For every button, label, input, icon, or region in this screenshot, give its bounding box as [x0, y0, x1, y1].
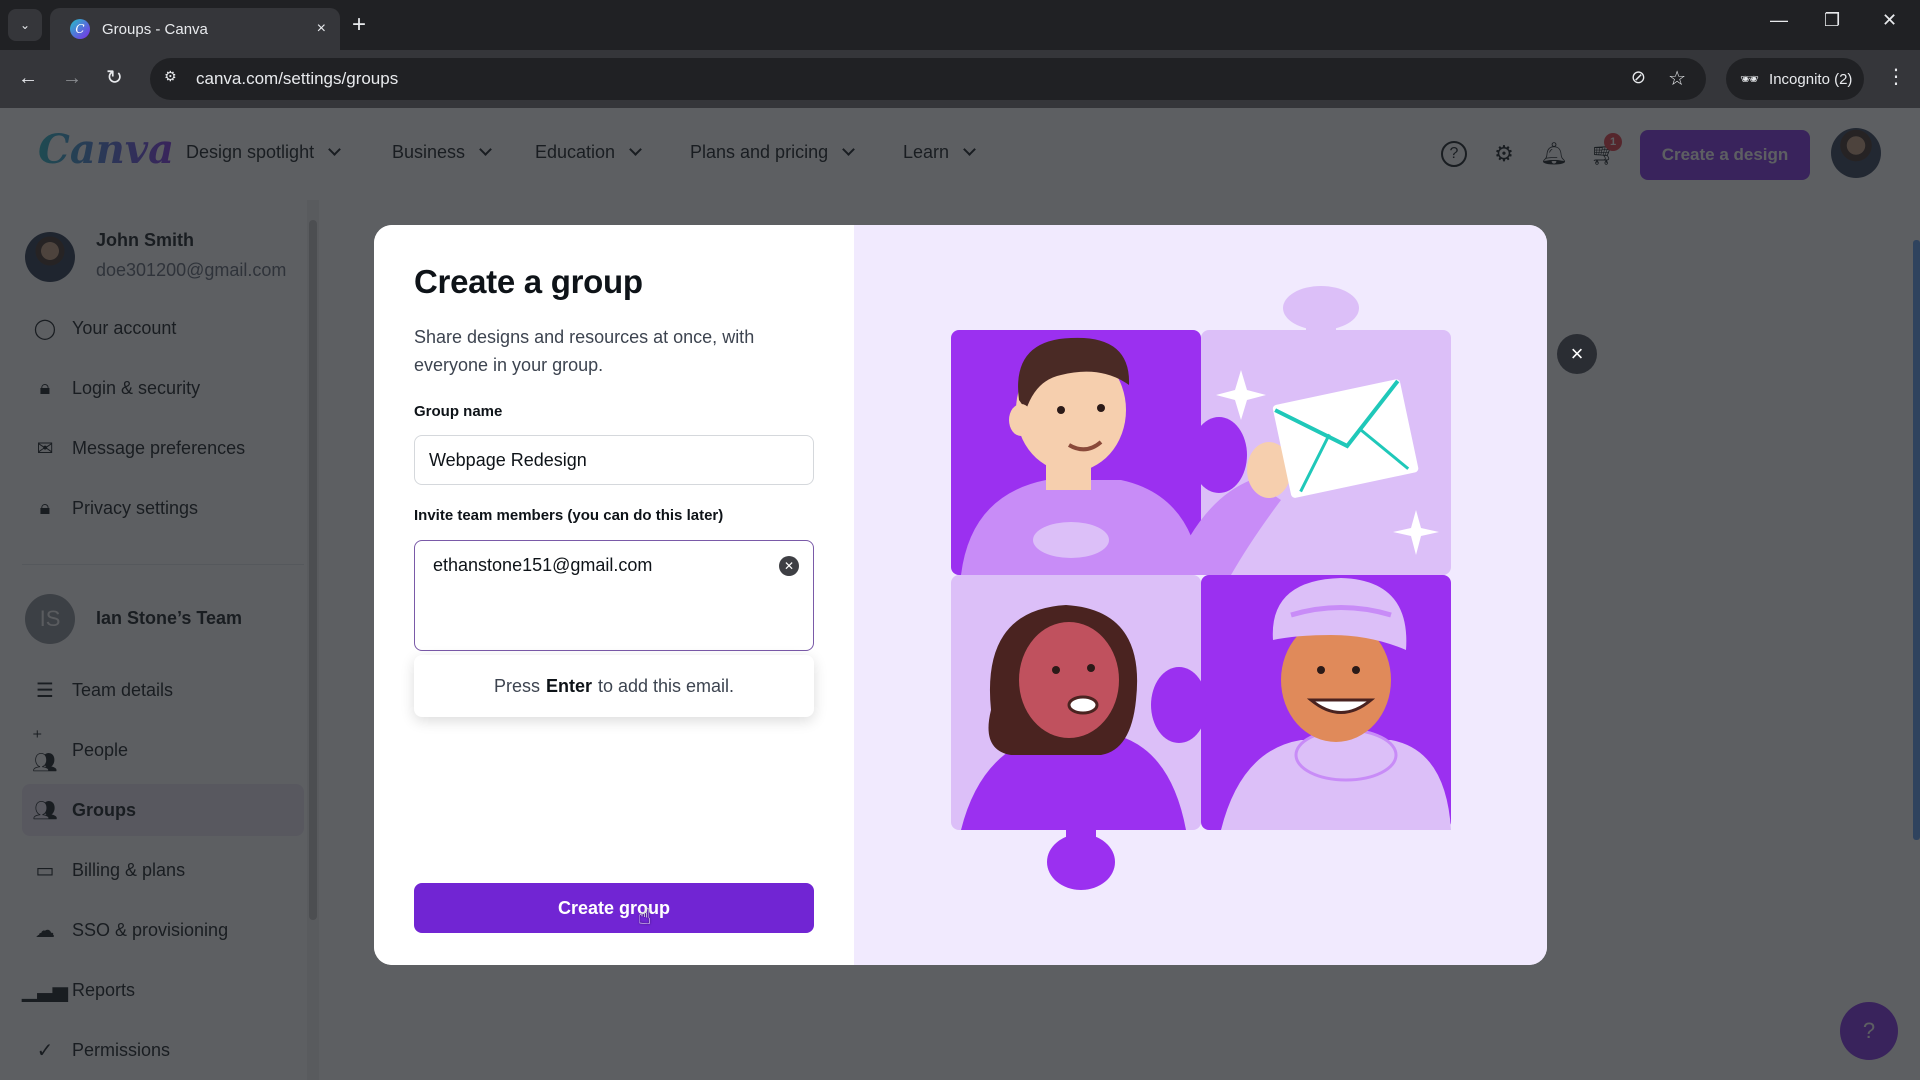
- eye-off-icon[interactable]: ⊘: [1631, 67, 1646, 88]
- reload-icon[interactable]: ↻: [106, 65, 123, 91]
- person2-face: [1019, 622, 1119, 738]
- add-email-hint[interactable]: Press Enter to add this email.: [414, 655, 814, 717]
- tab-title: Groups - Canva: [102, 20, 208, 38]
- team-puzzle-illustration: [951, 286, 1451, 890]
- invite-email-text: ethanstone151@gmail.com: [433, 555, 653, 575]
- modal-close-button[interactable]: ×: [1557, 334, 1597, 374]
- person2-mouth: [1067, 695, 1099, 715]
- invite-members-input[interactable]: ethanstone151@gmail.com ✕: [414, 540, 814, 651]
- restore-icon[interactable]: ❐: [1824, 10, 1840, 31]
- hint-suffix: to add this email.: [597, 675, 735, 696]
- window-close-icon[interactable]: ✕: [1882, 10, 1897, 31]
- tab-search-button[interactable]: ⌄: [8, 9, 42, 41]
- url-text[interactable]: canva.com/settings/groups: [196, 69, 398, 89]
- puzzle-knob-left-bottom: [1151, 667, 1207, 743]
- modal-title: Create a group: [414, 263, 643, 300]
- modal-illustration-panel: [854, 225, 1547, 965]
- incognito-label: Incognito (2): [1769, 70, 1853, 88]
- minimize-icon[interactable]: —: [1770, 10, 1788, 31]
- person1-shirt-patch: [1033, 522, 1109, 558]
- hand-cursor-icon: ☝: [638, 904, 652, 929]
- browser-tab-bar: ⌄ C Groups - Canva × + — ❐ ✕: [0, 0, 1920, 50]
- group-name-input[interactable]: [414, 435, 814, 485]
- canva-favicon-icon: C: [70, 19, 90, 39]
- person2-eye-right: [1087, 664, 1095, 672]
- person3-eye-left: [1317, 666, 1325, 674]
- address-bar[interactable]: ⚙ canva.com/settings/groups ⊘ ☆: [150, 58, 1706, 100]
- modal-form-panel: Create a group Share designs and resourc…: [374, 225, 854, 965]
- browser-menu-icon[interactable]: ⋮: [1886, 64, 1906, 89]
- person1-eye-left: [1057, 406, 1065, 414]
- clear-email-icon[interactable]: ✕: [779, 556, 799, 576]
- hint-key: Enter: [545, 675, 592, 696]
- create-group-modal: Create a group Share designs and resourc…: [374, 225, 1547, 965]
- puzzle-knob-right-top: [1191, 417, 1247, 493]
- browser-tab[interactable]: C Groups - Canva ×: [50, 8, 340, 50]
- person1-ear: [1009, 404, 1033, 436]
- new-tab-button[interactable]: +: [352, 10, 366, 40]
- create-group-button[interactable]: Create group: [414, 883, 814, 933]
- modal-description: Share designs and resources at once, wit…: [414, 327, 755, 375]
- hint-prefix: Press: [493, 675, 540, 696]
- site-info-icon[interactable]: ⚙: [164, 68, 177, 85]
- tab-close-icon[interactable]: ×: [317, 20, 326, 38]
- incognito-button[interactable]: 🕶 Incognito (2): [1726, 58, 1864, 100]
- person3-eye-right: [1352, 666, 1360, 674]
- group-name-label: Group name: [414, 403, 503, 420]
- invite-label: Invite team members (you can do this lat…: [414, 507, 724, 524]
- back-icon[interactable]: ←: [18, 65, 38, 91]
- person1-eye-right: [1097, 404, 1105, 412]
- person2-eye-left: [1052, 666, 1060, 674]
- bookmark-star-icon[interactable]: ☆: [1668, 66, 1686, 91]
- forward-icon[interactable]: →: [62, 65, 82, 91]
- browser-toolbar: ← → ↻ ⚙ canva.com/settings/groups ⊘ ☆ 🕶 …: [0, 50, 1920, 108]
- canva-page: Canva Design spotlight Business Educatio…: [0, 108, 1920, 1080]
- incognito-icon: 🕶: [1740, 71, 1760, 88]
